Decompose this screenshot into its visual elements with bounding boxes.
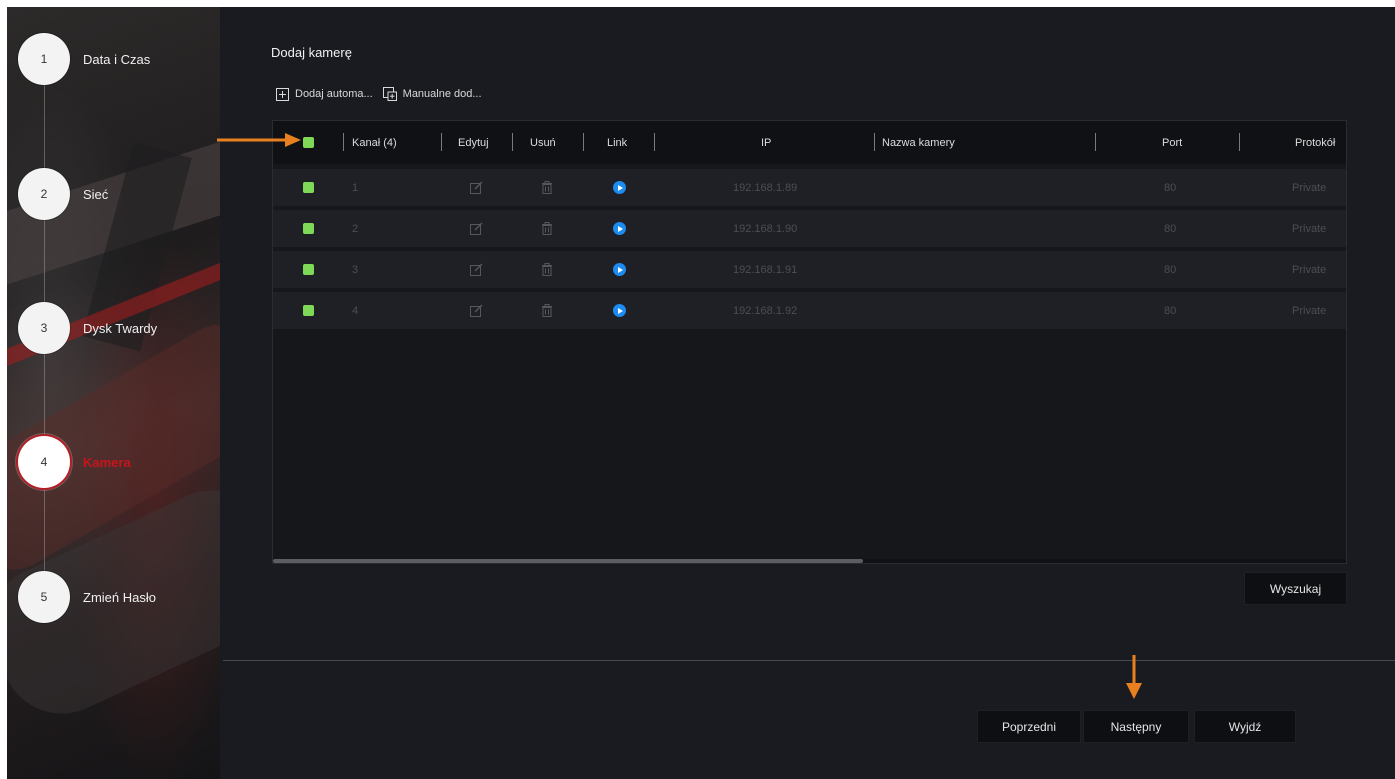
play-link-icon[interactable] (613, 292, 626, 329)
row-protocol: Private (1292, 181, 1327, 194)
row-protocol: Private (1292, 222, 1327, 235)
row-protocol: Private (1292, 304, 1327, 317)
step-label: Zmień Hasło (83, 589, 156, 605)
column-divider (343, 133, 344, 151)
delete-icon[interactable] (541, 169, 553, 206)
column-channel[interactable]: Kanał (4) (352, 121, 397, 164)
column-protocol[interactable]: Protokół (1295, 121, 1335, 164)
column-divider (1239, 133, 1240, 151)
row-ip: 192.168.1.90 (733, 222, 798, 235)
step-hard-disk[interactable]: 3 Dysk Twardy (18, 301, 157, 355)
manual-add-button[interactable]: Manualne dod... (382, 87, 482, 101)
column-ip[interactable]: IP (761, 121, 771, 164)
edit-icon[interactable] (470, 292, 483, 329)
delete-icon[interactable] (541, 292, 553, 329)
row-ip: 192.168.1.91 (733, 263, 798, 276)
step-label: Dysk Twardy (83, 320, 158, 336)
step-number: 2 (18, 168, 70, 220)
delete-icon[interactable] (541, 210, 553, 247)
table-row[interactable]: 1 192.168.1.89 80 Private (273, 169, 1346, 206)
edit-icon[interactable] (470, 251, 483, 288)
add-box-icon (276, 87, 289, 101)
auto-add-button[interactable]: Dodaj automa... (276, 87, 373, 101)
column-divider (1095, 133, 1096, 151)
column-divider (512, 133, 513, 151)
delete-icon[interactable] (541, 251, 553, 288)
row-checkbox[interactable] (303, 210, 314, 247)
select-all-checkbox[interactable] (303, 121, 314, 164)
arrow-right-icon (217, 133, 301, 147)
column-delete[interactable]: Usuń (530, 121, 556, 164)
edit-icon[interactable] (470, 210, 483, 247)
arrow-down-icon (1126, 655, 1142, 699)
row-channel: 3 (352, 263, 359, 276)
row-checkbox[interactable] (303, 251, 314, 288)
exit-button[interactable]: Wyjdź (1194, 710, 1296, 743)
step-label: Sieć (83, 186, 109, 202)
row-port: 80 (1164, 181, 1177, 194)
column-edit[interactable]: Edytuj (458, 121, 489, 164)
column-divider (654, 133, 655, 151)
row-channel: 2 (352, 222, 359, 235)
previous-button[interactable]: Poprzedni (977, 710, 1081, 743)
column-divider (874, 133, 875, 151)
row-checkbox[interactable] (303, 292, 314, 329)
row-port: 80 (1164, 304, 1177, 317)
toolbar: Dodaj automa... Manualne dod... (276, 87, 492, 101)
wizard-sidebar: 1 Data i Czas 2 Sieć 3 Dysk Twardy 4 Kam… (7, 7, 220, 779)
column-divider (441, 133, 442, 151)
play-link-icon[interactable] (613, 210, 626, 247)
row-channel: 4 (352, 304, 359, 317)
row-port: 80 (1164, 222, 1177, 235)
step-camera[interactable]: 4 Kamera (18, 435, 131, 489)
column-camera-name[interactable]: Nazwa kamery (882, 121, 955, 164)
step-label: Data i Czas (83, 51, 151, 67)
table-row[interactable]: 4 192.168.1.92 80 Private (273, 292, 1346, 329)
manual-add-icon (382, 87, 397, 101)
step-number: 5 (18, 571, 70, 623)
camera-table: Kanał (4) Edytuj Usuń Link IP Nazwa kame… (272, 120, 1347, 564)
step-number: 4 (18, 436, 70, 488)
search-button[interactable]: Wyszukaj (1244, 572, 1347, 605)
page-title: Dodaj kamerę (271, 45, 352, 60)
row-protocol: Private (1292, 263, 1327, 276)
manual-add-label: Manualne dod... (402, 88, 482, 100)
step-number: 3 (18, 302, 70, 354)
row-ip: 192.168.1.92 (733, 304, 798, 317)
footer-divider (223, 660, 1395, 661)
step-number: 1 (18, 33, 70, 85)
step-date-time[interactable]: 1 Data i Czas (18, 32, 150, 86)
play-link-icon[interactable] (613, 169, 626, 206)
setup-wizard-window: 1 Data i Czas 2 Sieć 3 Dysk Twardy 4 Kam… (7, 7, 1395, 779)
row-port: 80 (1164, 263, 1177, 276)
edit-icon[interactable] (470, 169, 483, 206)
table-header: Kanał (4) Edytuj Usuń Link IP Nazwa kame… (273, 121, 1346, 164)
row-ip: 192.168.1.89 (733, 181, 798, 194)
row-checkbox[interactable] (303, 169, 314, 206)
column-port[interactable]: Port (1162, 121, 1182, 164)
step-network[interactable]: 2 Sieć (18, 167, 108, 221)
play-link-icon[interactable] (613, 251, 626, 288)
step-change-password[interactable]: 5 Zmień Hasło (18, 570, 156, 624)
next-button[interactable]: Następny (1083, 710, 1189, 743)
row-channel: 1 (352, 181, 359, 194)
column-link[interactable]: Link (607, 121, 627, 164)
table-row[interactable]: 3 192.168.1.91 80 Private (273, 251, 1346, 288)
auto-add-label: Dodaj automa... (295, 88, 373, 100)
table-row[interactable]: 2 192.168.1.90 80 Private (273, 210, 1346, 247)
scrollbar-thumb[interactable] (273, 559, 864, 563)
column-divider (583, 133, 584, 151)
step-label: Kamera (83, 454, 131, 470)
